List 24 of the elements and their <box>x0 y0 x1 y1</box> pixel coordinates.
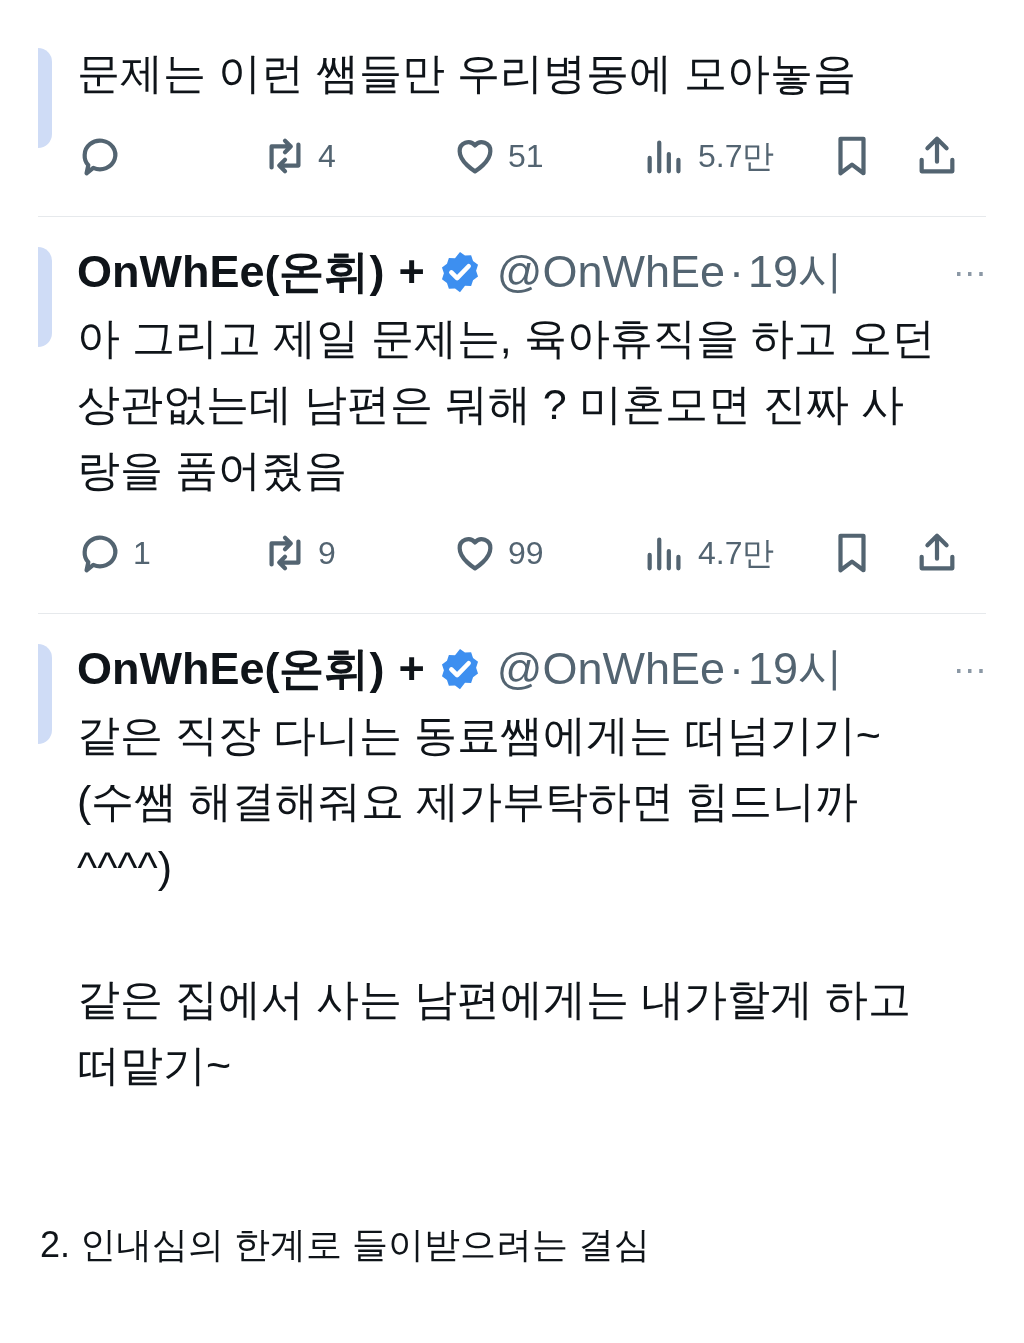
post-text: 문제는 이런 쌤들만 우리병동에 모아놓음 <box>77 48 857 99</box>
views-count: 5.7만 <box>698 137 775 176</box>
plus-sign: + <box>398 245 425 300</box>
author-name: OnWhEe(온휘) <box>77 245 385 300</box>
views-count: 4.7만 <box>698 534 775 573</box>
separator-dot: · <box>729 642 744 697</box>
author-name: OnWhEe(온휘) <box>77 642 385 697</box>
more-button[interactable]: ··· <box>952 245 986 299</box>
like-count: 51 <box>508 137 544 176</box>
retweet-count: 9 <box>318 534 336 573</box>
retweet-count: 4 <box>318 137 336 176</box>
like-count: 99 <box>508 534 544 573</box>
caption-text: 2. 인내심의 한계로 들이받으려는 결심 <box>40 1223 652 1267</box>
reply-count: 1 <box>133 534 151 573</box>
more-button[interactable]: ··· <box>952 642 986 696</box>
post-text: 같은 집에서 사는 남편에게는 내가할게 하고 떠맡기~ <box>77 974 912 1091</box>
post-text: 같은 직장 다니는 동료쌤에게는 떠넘기기~ (수쌤 해결해줘요 제가부탁하면 힘드니까 ^^^^) <box>77 710 882 893</box>
post-time: 19시 <box>748 245 844 300</box>
plus-sign: + <box>398 642 425 697</box>
author-handle: @OnWhEe <box>496 245 725 300</box>
post-time: 19시 <box>748 642 844 697</box>
separator-dot: · <box>729 245 744 300</box>
author-handle: @OnWhEe <box>496 642 725 697</box>
post-text: 아 그리고 제일 문제는, 육아휴직을 하고 오던 상관없는데 남편은 뭐해 ? 미혼모면 진짜 사 랑을 품어줬음 <box>77 313 936 496</box>
